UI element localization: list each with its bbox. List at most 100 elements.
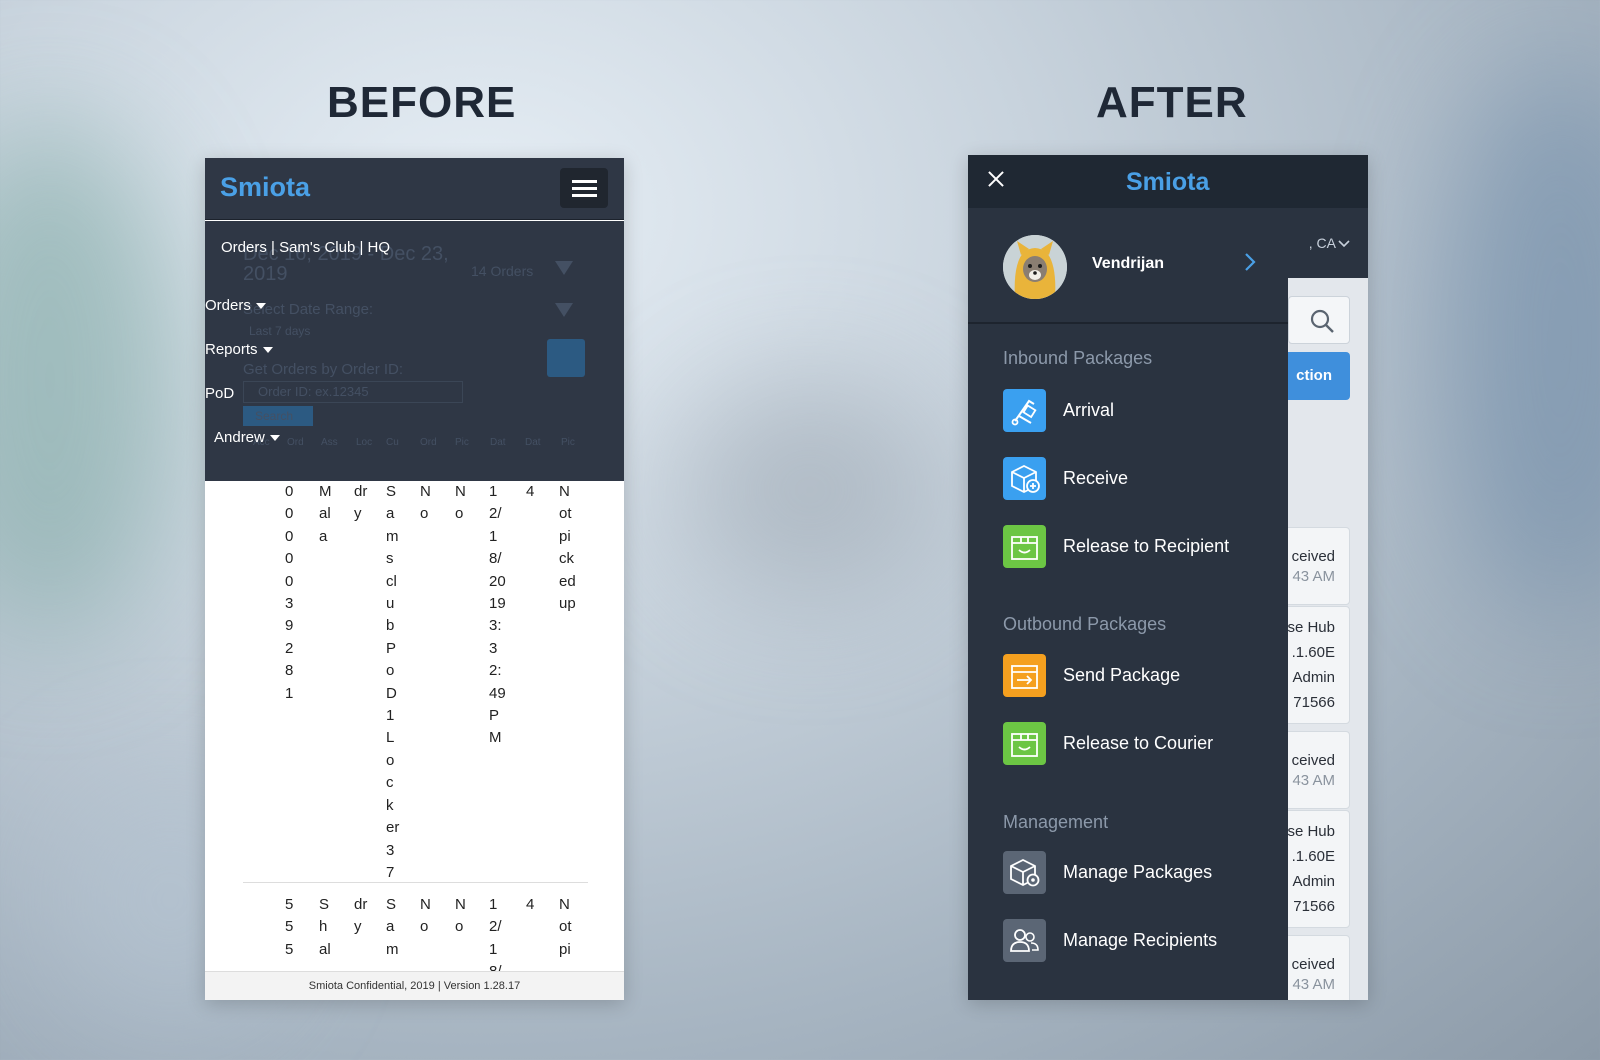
after-heading: AFTER [1096,78,1248,127]
background-blur [680,380,940,600]
menu-item-label: Manage Packages [1063,862,1213,882]
menu-orders[interactable]: Orders [205,297,266,314]
box-gear-icon [1003,851,1046,894]
close-icon[interactable] [984,167,1008,191]
profile-row[interactable]: Vendrijan [968,208,1288,324]
menu-item-label: Release to Recipient [1063,536,1230,556]
card-id: .1.60E [1291,644,1335,661]
column-header: Ord [287,437,304,448]
column-header: Cu [386,437,399,448]
search-button[interactable] [1288,296,1350,344]
menu-item-send-package[interactable]: Send Package [1003,654,1273,698]
expanded-menu: Dec 16, 2019 - Dec 23, 2019 14 Orders Se… [205,221,624,481]
filter-icon[interactable] [555,261,573,275]
background-blur [1440,60,1600,620]
date-preset[interactable]: Last 7 days [249,324,310,338]
card-status: ceived [1291,956,1335,973]
hamburger-menu-icon[interactable] [560,168,608,208]
menu-item-label: Arrival [1063,400,1115,420]
card-time: 43 AM [1292,976,1335,993]
before-screenshot: Smiota Dec 16, 2019 - Dec 23, 2019 14 Or… [205,158,624,1000]
footer: Smiota Confidential, 2019 | Version 1.28… [205,971,624,1000]
menu-user-label: Andrew [214,429,265,446]
table-cell: dry [354,896,368,936]
filter-icon[interactable] [555,303,573,317]
order-id-input[interactable]: Order ID: ex.12345 [243,381,463,403]
smiota-logo: Smiota [1126,168,1210,196]
table-cell: No [455,896,466,936]
menu-pod[interactable]: PoD [205,385,234,402]
card-number: 71566 [1293,694,1335,711]
breadcrumb: Orders | Sam's Club | HQ [221,239,391,256]
column-header: Ass [321,437,338,448]
before-heading: BEFORE [327,78,517,127]
menu-item-manage-recipients[interactable]: Manage Recipients [1003,919,1273,963]
card-user: Admin [1292,873,1335,890]
table-row[interactable]: 0000039281 Mala dry SamsclubPoD1Locker37… [205,481,624,881]
search-button[interactable]: Search [243,406,313,426]
menu-item-manage-packages[interactable]: Manage Packages [1003,851,1273,895]
menu-user[interactable]: Andrew [214,429,280,446]
caret-down-icon [269,435,280,442]
column-header: Loc [356,437,373,448]
table-cell: dry [354,483,368,523]
avatar [1003,235,1067,299]
menu-item-arrival[interactable]: Arrival [1003,389,1273,433]
background-blur [0,120,180,640]
menu-item-release-to-recipient[interactable]: Release to Recipient [1003,525,1273,569]
column-header: Ord [420,437,437,448]
row-divider [243,882,588,883]
table-cell: Not pi [559,896,572,958]
smiota-logo: Smiota [220,172,311,202]
section-outbound-packages: Outbound Packages [1003,614,1167,634]
navbar: Smiota [205,158,624,220]
table-cell: Mala [319,483,332,545]
top-bar: Smiota [968,155,1368,208]
column-header: Dat [490,437,506,448]
table-cell: No [455,483,466,523]
menu-item-label: Receive [1063,468,1129,488]
table-row[interactable]: 555 Shal dry Sam No No 12/18/ 4 Not pi [205,894,624,980]
table-cell: Shal [319,896,331,958]
table-cell: 4 [526,896,535,913]
hand-truck-icon [1003,389,1046,432]
download-icon[interactable] [547,339,585,377]
card-number: 71566 [1293,898,1335,915]
table-cell: No [420,483,431,523]
column-header: Pic [455,437,469,448]
menu-item-release-to-courier[interactable]: Release to Courier [1003,722,1273,766]
chevron-down-icon[interactable] [1338,235,1350,251]
table-cell: No [420,896,431,936]
navigation-drawer: Vendrijan Inbound Packages Arrival Recei… [968,208,1288,1000]
card-location: se Hub [1287,619,1335,636]
get-orders-label: Get Orders by Order ID: [243,361,404,378]
table-cell: 0000039281 [285,483,294,702]
menu-reports[interactable]: Reports [205,341,273,358]
search-icon [1310,309,1334,333]
table-cell: 12/18/2019 3:32:49PM [489,483,506,747]
card-time: 43 AM [1292,568,1335,585]
table-cell: SamsclubPoD1Locker37 [386,483,400,881]
table-cell: 4 [526,483,535,500]
table-cell: Not picked up [559,483,576,613]
card-time: 43 AM [1292,772,1335,789]
section-management: Management [1003,812,1109,832]
smile-box-icon [1003,722,1046,765]
send-box-icon [1003,654,1046,697]
column-header: Pic [561,437,575,448]
location-text[interactable]: , CA [1309,235,1336,251]
menu-orders-label: Orders [205,297,251,314]
card-user: Admin [1292,669,1335,686]
caret-down-icon [255,303,266,310]
table-cell: Sam [386,896,399,958]
card-location: se Hub [1287,823,1335,840]
card-id: .1.60E [1291,848,1335,865]
menu-item-label: Release to Courier [1063,733,1214,753]
caret-down-icon [262,347,273,354]
card-status: ceived [1291,548,1335,565]
menu-reports-label: Reports [205,341,258,358]
menu-item-receive[interactable]: Receive [1003,457,1273,501]
smile-box-icon [1003,525,1046,568]
table-cell: 555 [285,896,294,958]
box-plus-icon [1003,457,1046,500]
